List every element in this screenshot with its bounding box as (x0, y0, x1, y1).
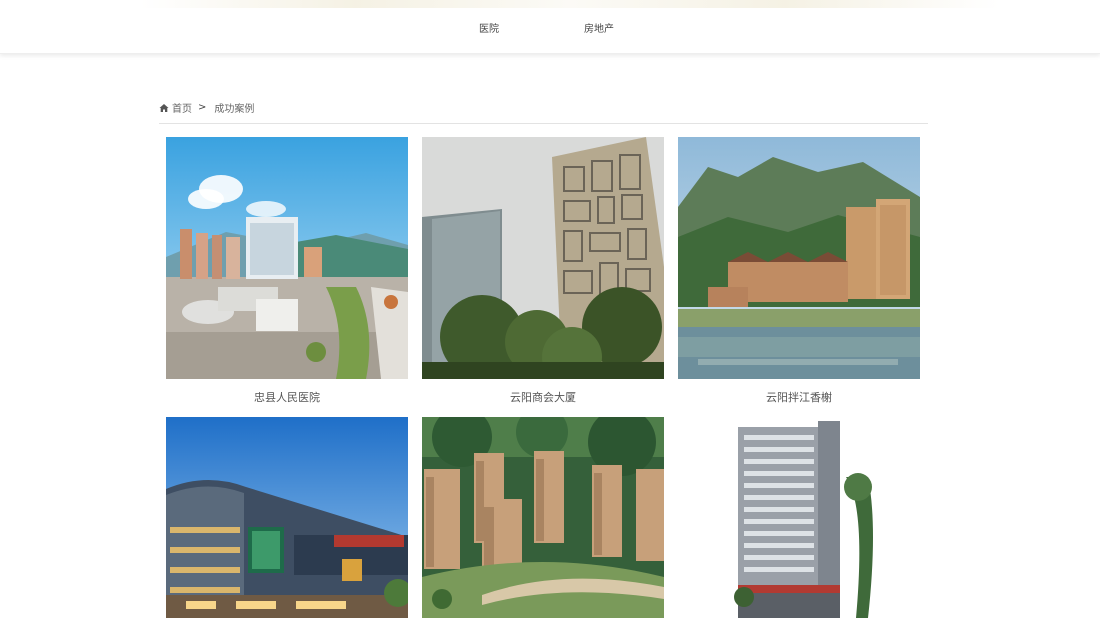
case-image-6[interactable] (678, 417, 920, 618)
case-image-3[interactable] (678, 137, 920, 379)
home-icon (159, 103, 169, 112)
breadcrumb-home-link[interactable]: 首页 (172, 100, 192, 115)
case-card-6[interactable] (678, 417, 920, 618)
breadcrumb-divider (159, 123, 928, 124)
breadcrumb-current: 成功案例 (214, 104, 255, 115)
case-card-3[interactable]: 云阳拌江香榭 (678, 137, 920, 404)
case-card-4[interactable] (166, 417, 408, 618)
case-card-2[interactable]: 云阳商会大厦 (422, 137, 664, 404)
nav-item-real-estate[interactable]: 房地产 (584, 20, 614, 35)
case-image-4[interactable] (166, 417, 408, 618)
case-caption-1[interactable]: 忠县人民医院 (166, 389, 408, 405)
breadcrumb: 首页 > 成功案例 (159, 100, 254, 115)
case-card-1[interactable]: 忠县人民医院 (166, 137, 408, 404)
case-image-1[interactable] (166, 137, 408, 379)
top-header: 医院 房地产 (0, 0, 1100, 54)
nav-item-hospital[interactable]: 医院 (479, 20, 499, 35)
case-image-5[interactable] (422, 417, 664, 618)
case-caption-2[interactable]: 云阳商会大厦 (422, 389, 664, 405)
case-caption-3[interactable]: 云阳拌江香榭 (678, 389, 920, 405)
breadcrumb-separator: > (198, 102, 207, 113)
header-banner-strip (140, 0, 1000, 8)
case-card-5[interactable] (422, 417, 664, 618)
case-image-2[interactable] (422, 137, 664, 379)
